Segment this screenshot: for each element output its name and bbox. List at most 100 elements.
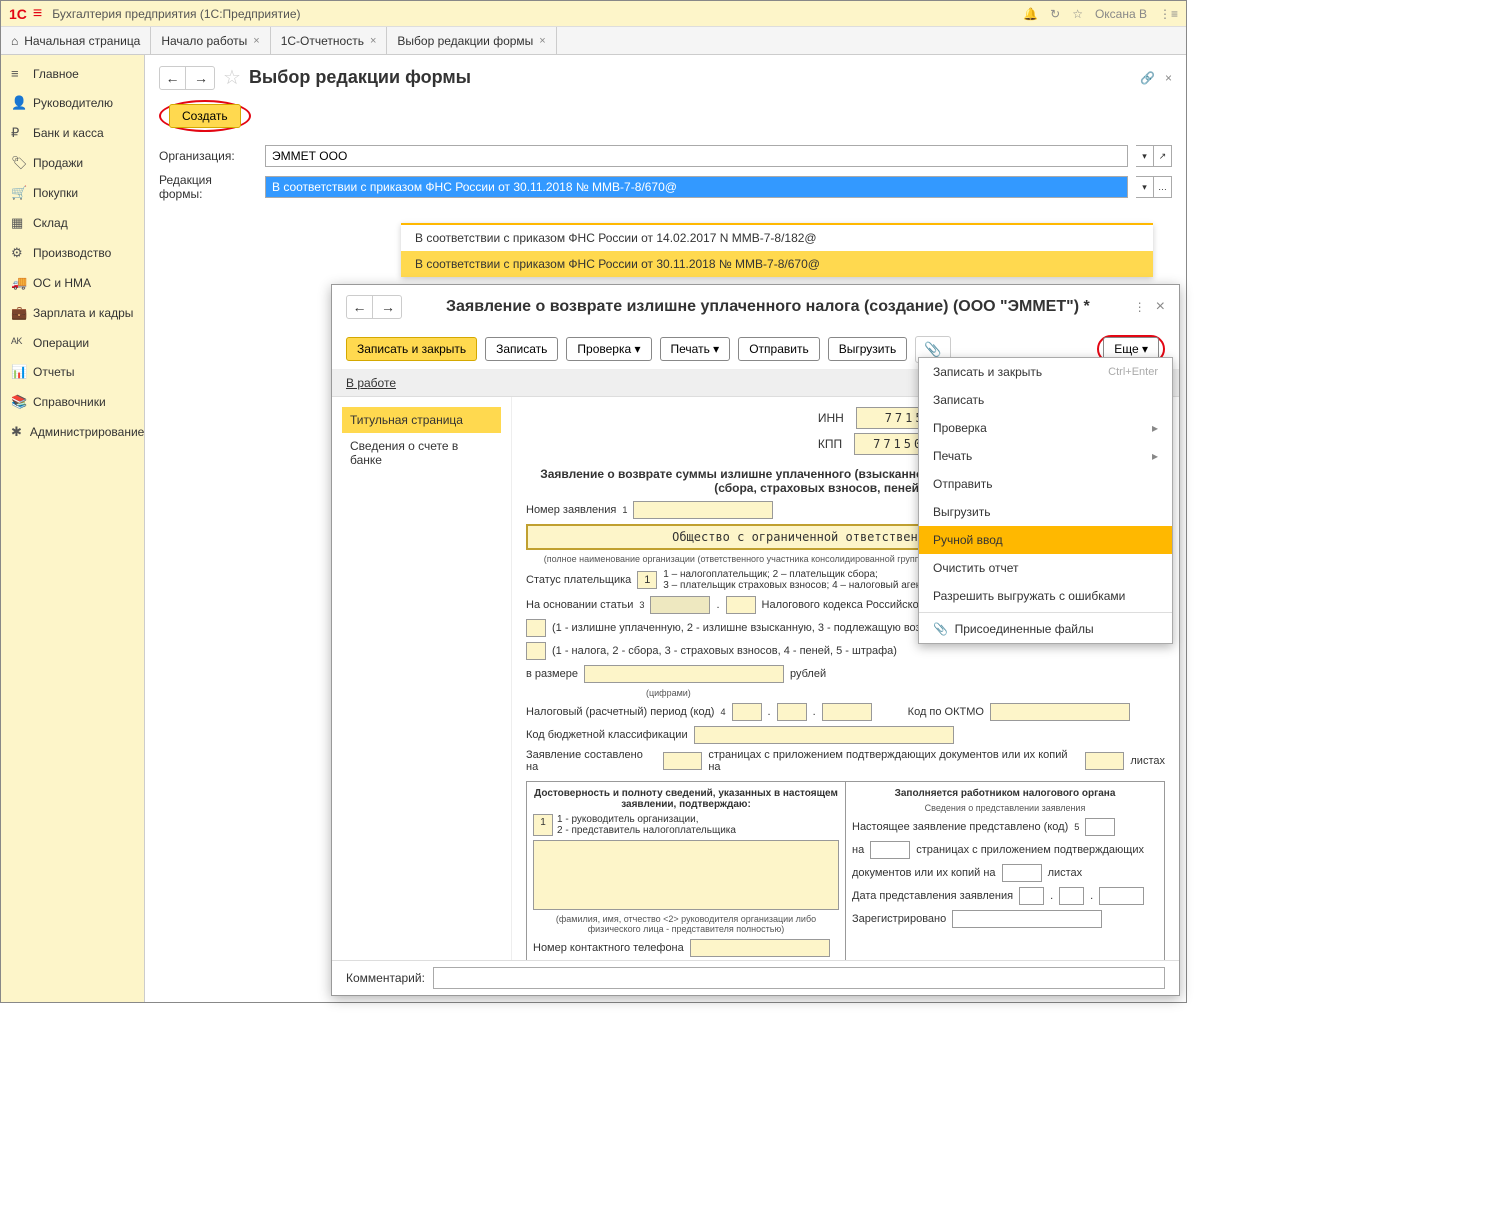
bell-icon[interactable]: 🔔 bbox=[1023, 7, 1038, 21]
menu-clear[interactable]: Очистить отчет bbox=[919, 554, 1172, 582]
kbk-field[interactable] bbox=[694, 726, 954, 744]
sidebar-item-bank[interactable]: ₽Банк и касса bbox=[1, 118, 144, 148]
close-icon[interactable]: × bbox=[539, 35, 545, 47]
oktmo-label: Код по ОКТМО bbox=[908, 706, 984, 718]
amount-field[interactable] bbox=[584, 665, 784, 683]
menu-check[interactable]: Проверка▸ bbox=[919, 414, 1172, 442]
sidebar-item-hr[interactable]: 💼Зарплата и кадры bbox=[1, 298, 144, 328]
col1-val[interactable]: 1 bbox=[533, 814, 553, 836]
nav-back[interactable]: ← bbox=[160, 67, 186, 89]
sidebar: ≡Главное 👤Руководителю ₽Банк и касса 🏷Пр… bbox=[1, 55, 145, 1002]
nav-forward[interactable]: → bbox=[375, 296, 401, 318]
sidebar-item-admin[interactable]: ✱Администрирование bbox=[1, 417, 144, 447]
basis-field-1[interactable] bbox=[650, 596, 710, 614]
sidebar-item-assets[interactable]: 🚚ОС и НМА bbox=[1, 268, 144, 298]
dropdown-option-1[interactable]: В соответствии с приказом ФНС России от … bbox=[401, 225, 1153, 251]
menu-print[interactable]: Печать▸ bbox=[919, 442, 1172, 470]
close-icon[interactable]: × bbox=[1156, 298, 1165, 316]
menu-manual[interactable]: Ручной ввод bbox=[919, 526, 1172, 554]
pages-field2[interactable] bbox=[1085, 752, 1125, 770]
col2-head: Заполняется работником налогового органа bbox=[852, 788, 1158, 799]
link-icon[interactable]: 🔗 bbox=[1140, 71, 1155, 85]
user-menu-icon[interactable]: ⋮≡ bbox=[1159, 7, 1178, 21]
dropdown-option-2[interactable]: В соответствии с приказом ФНС России от … bbox=[401, 251, 1153, 277]
menu-send[interactable]: Отправить bbox=[919, 470, 1172, 498]
sidebar-item-purchases[interactable]: 🛒Покупки bbox=[1, 178, 144, 208]
sidebar-item-reports[interactable]: 📊Отчеты bbox=[1, 357, 144, 387]
menu-export[interactable]: Выгрузить bbox=[919, 498, 1172, 526]
period-f3[interactable] bbox=[822, 703, 872, 721]
books-icon: 📚 bbox=[11, 394, 25, 410]
user-name[interactable]: Оксана В bbox=[1095, 7, 1147, 21]
menu-icon[interactable]: ≡ bbox=[33, 5, 42, 23]
close-icon[interactable]: × bbox=[1165, 71, 1172, 85]
close-icon[interactable]: × bbox=[370, 35, 376, 47]
favorite-icon[interactable]: ☆ bbox=[223, 65, 241, 90]
create-highlight: Создать bbox=[159, 100, 251, 132]
oktmo-field[interactable] bbox=[990, 703, 1130, 721]
dropdown-icon[interactable]: ▾ bbox=[1136, 176, 1154, 198]
sidebar-item-production[interactable]: ⚙Производство bbox=[1, 238, 144, 268]
close-icon[interactable]: × bbox=[253, 35, 259, 47]
settings-icon: ✱ bbox=[11, 424, 22, 440]
home-icon: ⌂ bbox=[11, 34, 18, 48]
status-field[interactable]: 1 bbox=[637, 571, 657, 589]
open-icon[interactable]: ↗ bbox=[1154, 145, 1172, 167]
comment-input[interactable] bbox=[433, 967, 1165, 989]
app-window: 1C ≡ Бухгалтерия предприятия (1С:Предпри… bbox=[0, 0, 1187, 1003]
phone-field[interactable] bbox=[690, 939, 830, 957]
sidebar-item-operations[interactable]: ᴬᴷОперации bbox=[1, 328, 144, 357]
list-icon: ≡ bbox=[11, 66, 25, 81]
fio-field[interactable] bbox=[533, 840, 839, 910]
print-button[interactable]: Печать ▾ bbox=[660, 337, 731, 361]
doc-nav-title[interactable]: Титульная страница bbox=[342, 407, 501, 433]
basis-field-2[interactable] bbox=[726, 596, 756, 614]
check-button[interactable]: Проверка ▾ bbox=[566, 337, 651, 361]
nav-back[interactable]: ← bbox=[347, 296, 373, 318]
nav-forward[interactable]: → bbox=[188, 67, 214, 89]
create-button[interactable]: Создать bbox=[169, 104, 241, 128]
kbk-label: Код бюджетной классификации bbox=[526, 729, 688, 741]
tab-start[interactable]: Начало работы× bbox=[151, 27, 270, 54]
period-f2[interactable] bbox=[777, 703, 807, 721]
period-f1[interactable] bbox=[732, 703, 762, 721]
sidebar-item-warehouse[interactable]: ▦Склад bbox=[1, 208, 144, 238]
comment-label: Комментарий: bbox=[346, 971, 425, 985]
tabs: ⌂Начальная страница Начало работы× 1С-От… bbox=[1, 27, 1186, 55]
inn-label: ИНН bbox=[818, 411, 850, 425]
doc-nav-bank[interactable]: Сведения о счете в банке bbox=[342, 433, 501, 473]
sidebar-item-manager[interactable]: 👤Руководителю bbox=[1, 88, 144, 118]
export-button[interactable]: Выгрузить bbox=[828, 337, 908, 361]
type1-field[interactable] bbox=[526, 619, 546, 637]
sidebar-item-refs[interactable]: 📚Справочники bbox=[1, 387, 144, 417]
gear-icon: ⚙ bbox=[11, 245, 25, 261]
star-icon[interactable]: ☆ bbox=[1072, 7, 1083, 21]
dialog-nav: ← → bbox=[346, 295, 402, 319]
more-icon[interactable]: … bbox=[1154, 176, 1172, 198]
dropdown-icon[interactable]: ▾ bbox=[1136, 145, 1154, 167]
doc-nav: Титульная страница Сведения о счете в ба… bbox=[332, 397, 512, 960]
menu-save-close[interactable]: Записать и закрытьCtrl+Enter bbox=[919, 358, 1172, 386]
menu-attachments[interactable]: 📎 Присоединенные файлы bbox=[919, 615, 1172, 643]
menu-allow-errors[interactable]: Разрешить выгружать с ошибками bbox=[919, 582, 1172, 610]
type2-field[interactable] bbox=[526, 642, 546, 660]
menu-dots-icon[interactable]: ⋮ bbox=[1134, 300, 1146, 314]
num-field[interactable] bbox=[633, 501, 773, 519]
edition-input[interactable] bbox=[265, 176, 1128, 198]
menu-save[interactable]: Записать bbox=[919, 386, 1172, 414]
org-input[interactable] bbox=[265, 145, 1128, 167]
tab-reporting[interactable]: 1С-Отчетность× bbox=[271, 27, 388, 54]
sidebar-item-sales[interactable]: 🏷Продажи bbox=[1, 148, 144, 178]
history-icon[interactable]: ↻ bbox=[1050, 7, 1060, 21]
tab-edition[interactable]: Выбор редакции формы× bbox=[387, 27, 556, 54]
edition-dropdown: В соответствии с приказом ФНС России от … bbox=[401, 223, 1153, 277]
titlebar: 1C ≡ Бухгалтерия предприятия (1С:Предпри… bbox=[1, 1, 1186, 27]
send-button[interactable]: Отправить bbox=[738, 337, 820, 361]
tab-home[interactable]: ⌂Начальная страница bbox=[1, 27, 151, 54]
save-button[interactable]: Записать bbox=[485, 337, 558, 361]
save-close-button[interactable]: Записать и закрыть bbox=[346, 337, 477, 361]
pages-field1[interactable] bbox=[663, 752, 703, 770]
sidebar-item-main[interactable]: ≡Главное bbox=[1, 59, 144, 88]
logo-1c: 1C bbox=[9, 6, 27, 22]
app-title: Бухгалтерия предприятия (1С:Предприятие) bbox=[52, 7, 1023, 21]
